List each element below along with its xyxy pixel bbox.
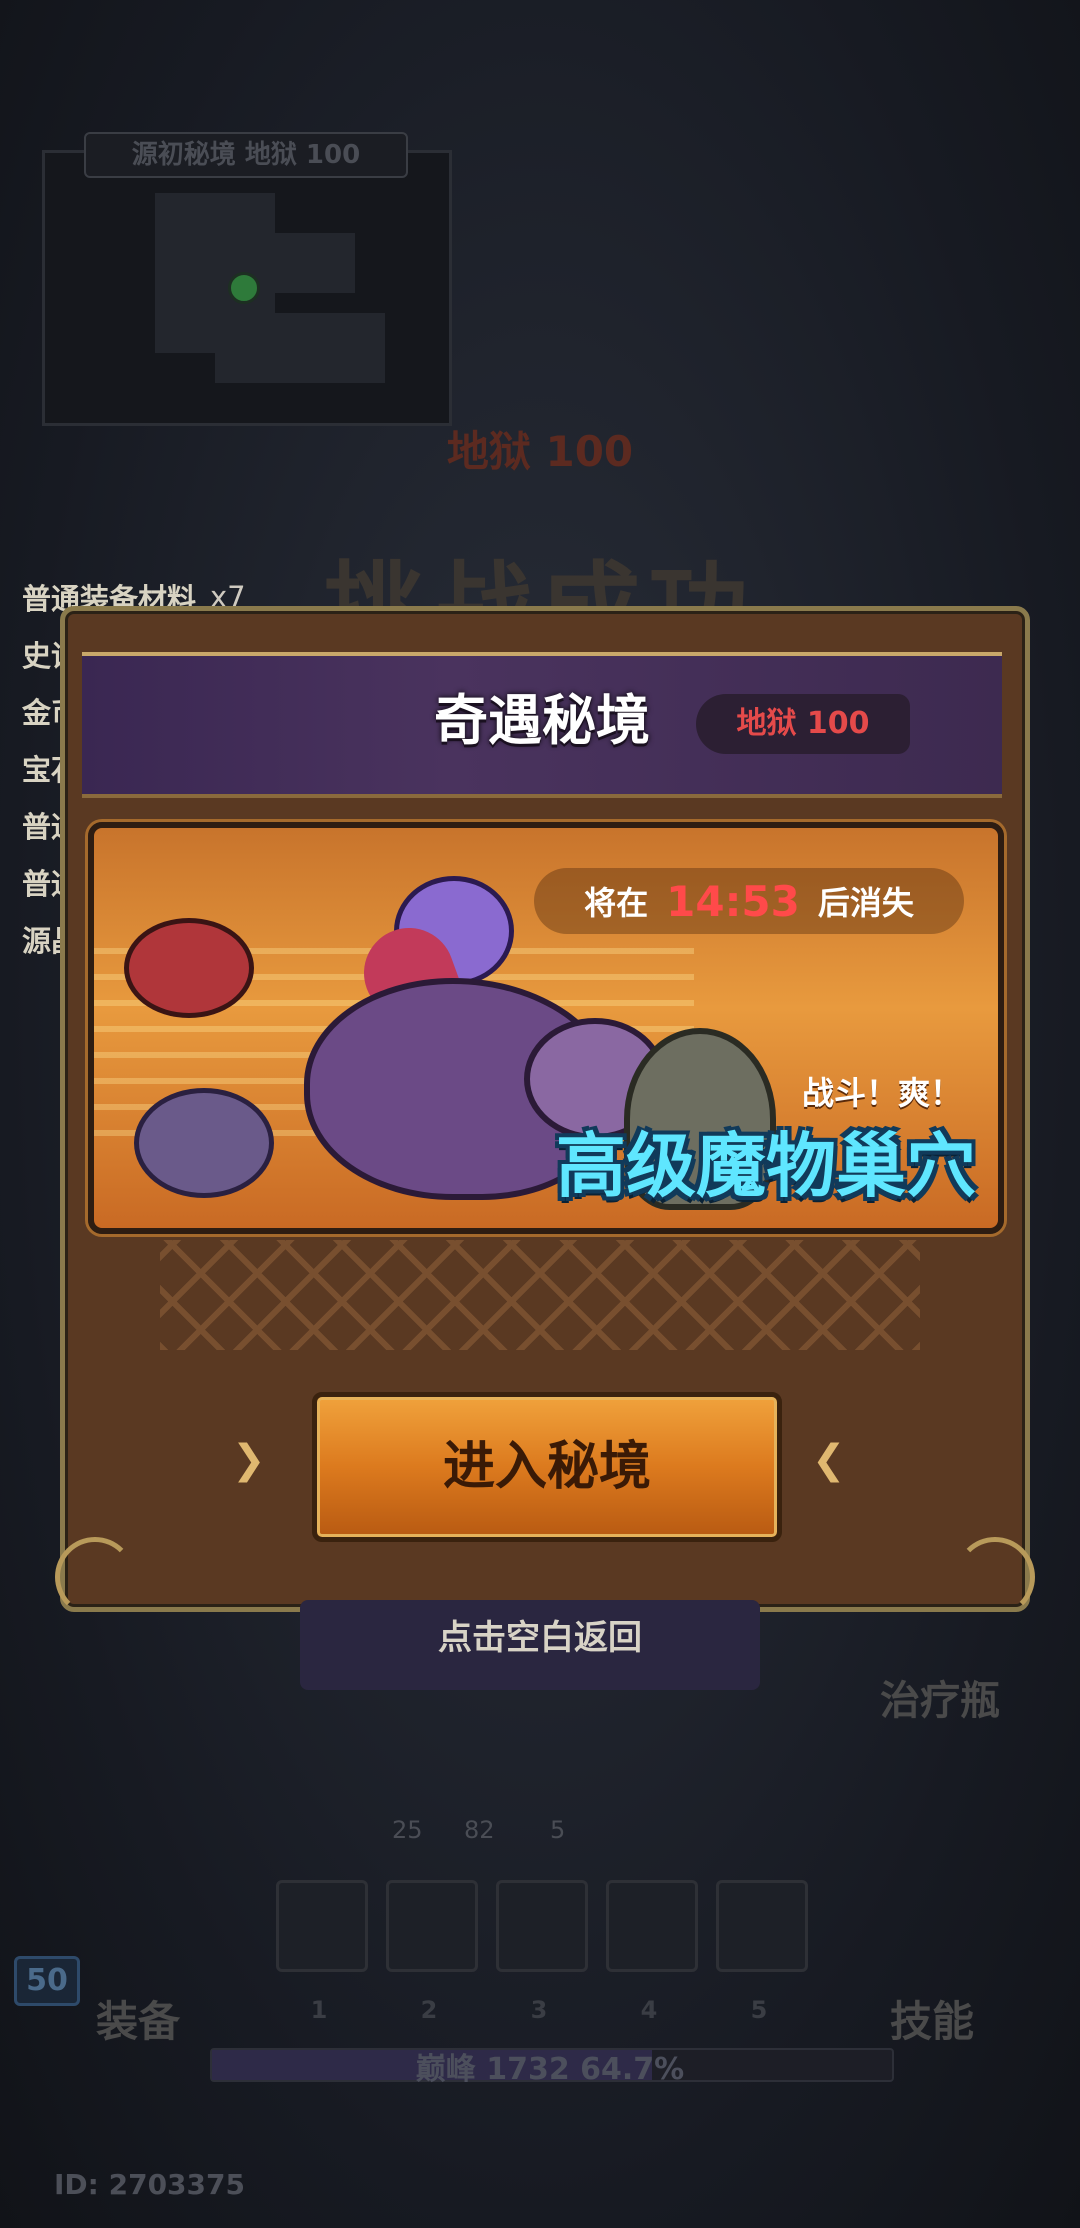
- slot-number: 5: [750, 1996, 768, 2024]
- corner-ornament-icon: [55, 1537, 135, 1617]
- arrow-right-icon: ❮: [812, 1437, 846, 1483]
- timer-value: 14:53: [666, 876, 800, 926]
- spider-monster-icon: [134, 1088, 274, 1198]
- dungeon-banner: 将在 14:53 后消失 战斗！爽！ 高级魔物巢穴: [88, 822, 1004, 1234]
- skill-slot: [716, 1880, 808, 1972]
- player-marker-icon: [228, 272, 260, 304]
- skill-slot: [386, 1880, 478, 1972]
- level-badge: 地狱 100: [696, 694, 910, 754]
- expire-timer: 将在 14:53 后消失: [534, 868, 964, 934]
- slot-number: 2: [420, 1996, 438, 2024]
- heal-potion-label: 治疗瓶: [880, 1678, 1000, 1724]
- skill-slot: [496, 1880, 588, 1972]
- item-count: 25: [392, 1816, 423, 1844]
- dungeon-name: 高级魔物巢穴: [556, 1125, 976, 1207]
- item-count: 82: [464, 1816, 495, 1844]
- equipment-label: 装备: [96, 1997, 181, 2046]
- decorative-pattern: [160, 1240, 920, 1350]
- tap-blank-return-hint[interactable]: 点击空白返回: [300, 1610, 780, 1659]
- minimap-title: 源初秘境 地狱 100: [84, 132, 408, 178]
- timer-suffix: 后消失: [817, 884, 914, 922]
- slot-number: 1: [310, 1996, 328, 2024]
- arrow-left-icon: ❯: [232, 1437, 266, 1483]
- slot-number: 4: [640, 1996, 658, 2024]
- item-count: 5: [550, 1816, 566, 1844]
- player-id: ID: 2703375: [54, 2168, 245, 2201]
- skill-slot: [606, 1880, 698, 1972]
- slot-number: 3: [530, 1996, 548, 2024]
- background-level-text: 地狱 100: [446, 427, 634, 476]
- skill-slot: [276, 1880, 368, 1972]
- skills-label: 技能: [890, 1997, 975, 2046]
- timer-prefix: 将在: [584, 884, 649, 922]
- xp-text: 巅峰 1732 64.7%: [415, 2052, 685, 2087]
- corner-ornament-icon: [955, 1537, 1035, 1617]
- player-level-badge: 50: [14, 1956, 80, 2006]
- dungeon-tagline: 战斗！爽！: [801, 1074, 962, 1112]
- mosquito-monster-icon: [124, 918, 254, 1018]
- enter-dungeon-button[interactable]: 进入秘境: [312, 1392, 782, 1542]
